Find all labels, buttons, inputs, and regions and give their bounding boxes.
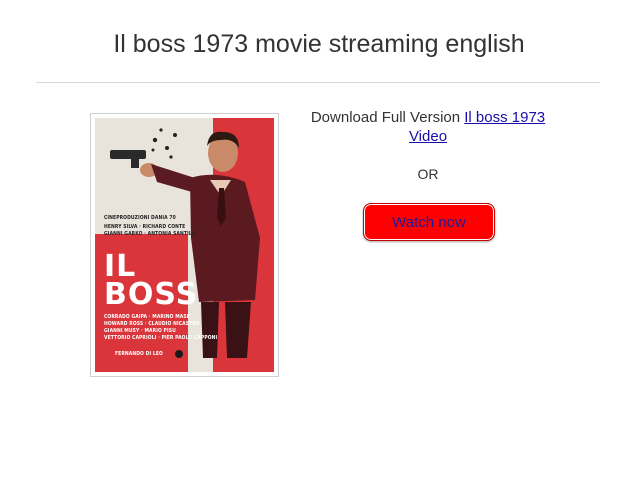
- poster-cast-line: HOWARD ROSS · CLAUDIO NICASTRO: [104, 321, 200, 327]
- download-prefix: Download Full Version: [310, 109, 465, 126]
- poster-title: IL BOSS: [104, 252, 199, 312]
- poster-cast-line: HENRY SILVA · RICHARD CONTE: [104, 224, 186, 230]
- movie-poster: CINEPRODUZIONI DANIA 70 HENRY SILVA · RI…: [91, 114, 278, 376]
- title-divider: [36, 82, 600, 83]
- poster-production-credit: CINEPRODUZIONI DANIA 70: [104, 215, 176, 221]
- poster-cast-line: GIANNI GARKO · ANTONIA SANTILLI: [104, 231, 197, 237]
- poster-artwork: CINEPRODUZIONI DANIA 70 HENRY SILVA · RI…: [95, 118, 274, 372]
- poster-cast-line: VETTORIO CAPRIOLI · PIER PAOLO CAPPONI: [104, 335, 218, 341]
- poster-title-line: BOSS: [104, 277, 199, 312]
- watch-now-button[interactable]: Watch now: [363, 203, 495, 241]
- poster-cast-line: CORRADO GAIPA · MARINO MASE': [104, 314, 192, 320]
- page-title: Il boss 1973 movie streaming english: [113, 30, 525, 58]
- download-text: Download Full Version Il boss 1973 Video: [306, 108, 550, 146]
- poster-cast-line: GIANNI MUSY · MARIO PISU: [104, 328, 176, 334]
- studio-logo-icon: [175, 350, 183, 358]
- or-separator: OR: [417, 166, 439, 182]
- poster-director: FERNANDO DI LEO: [115, 351, 163, 357]
